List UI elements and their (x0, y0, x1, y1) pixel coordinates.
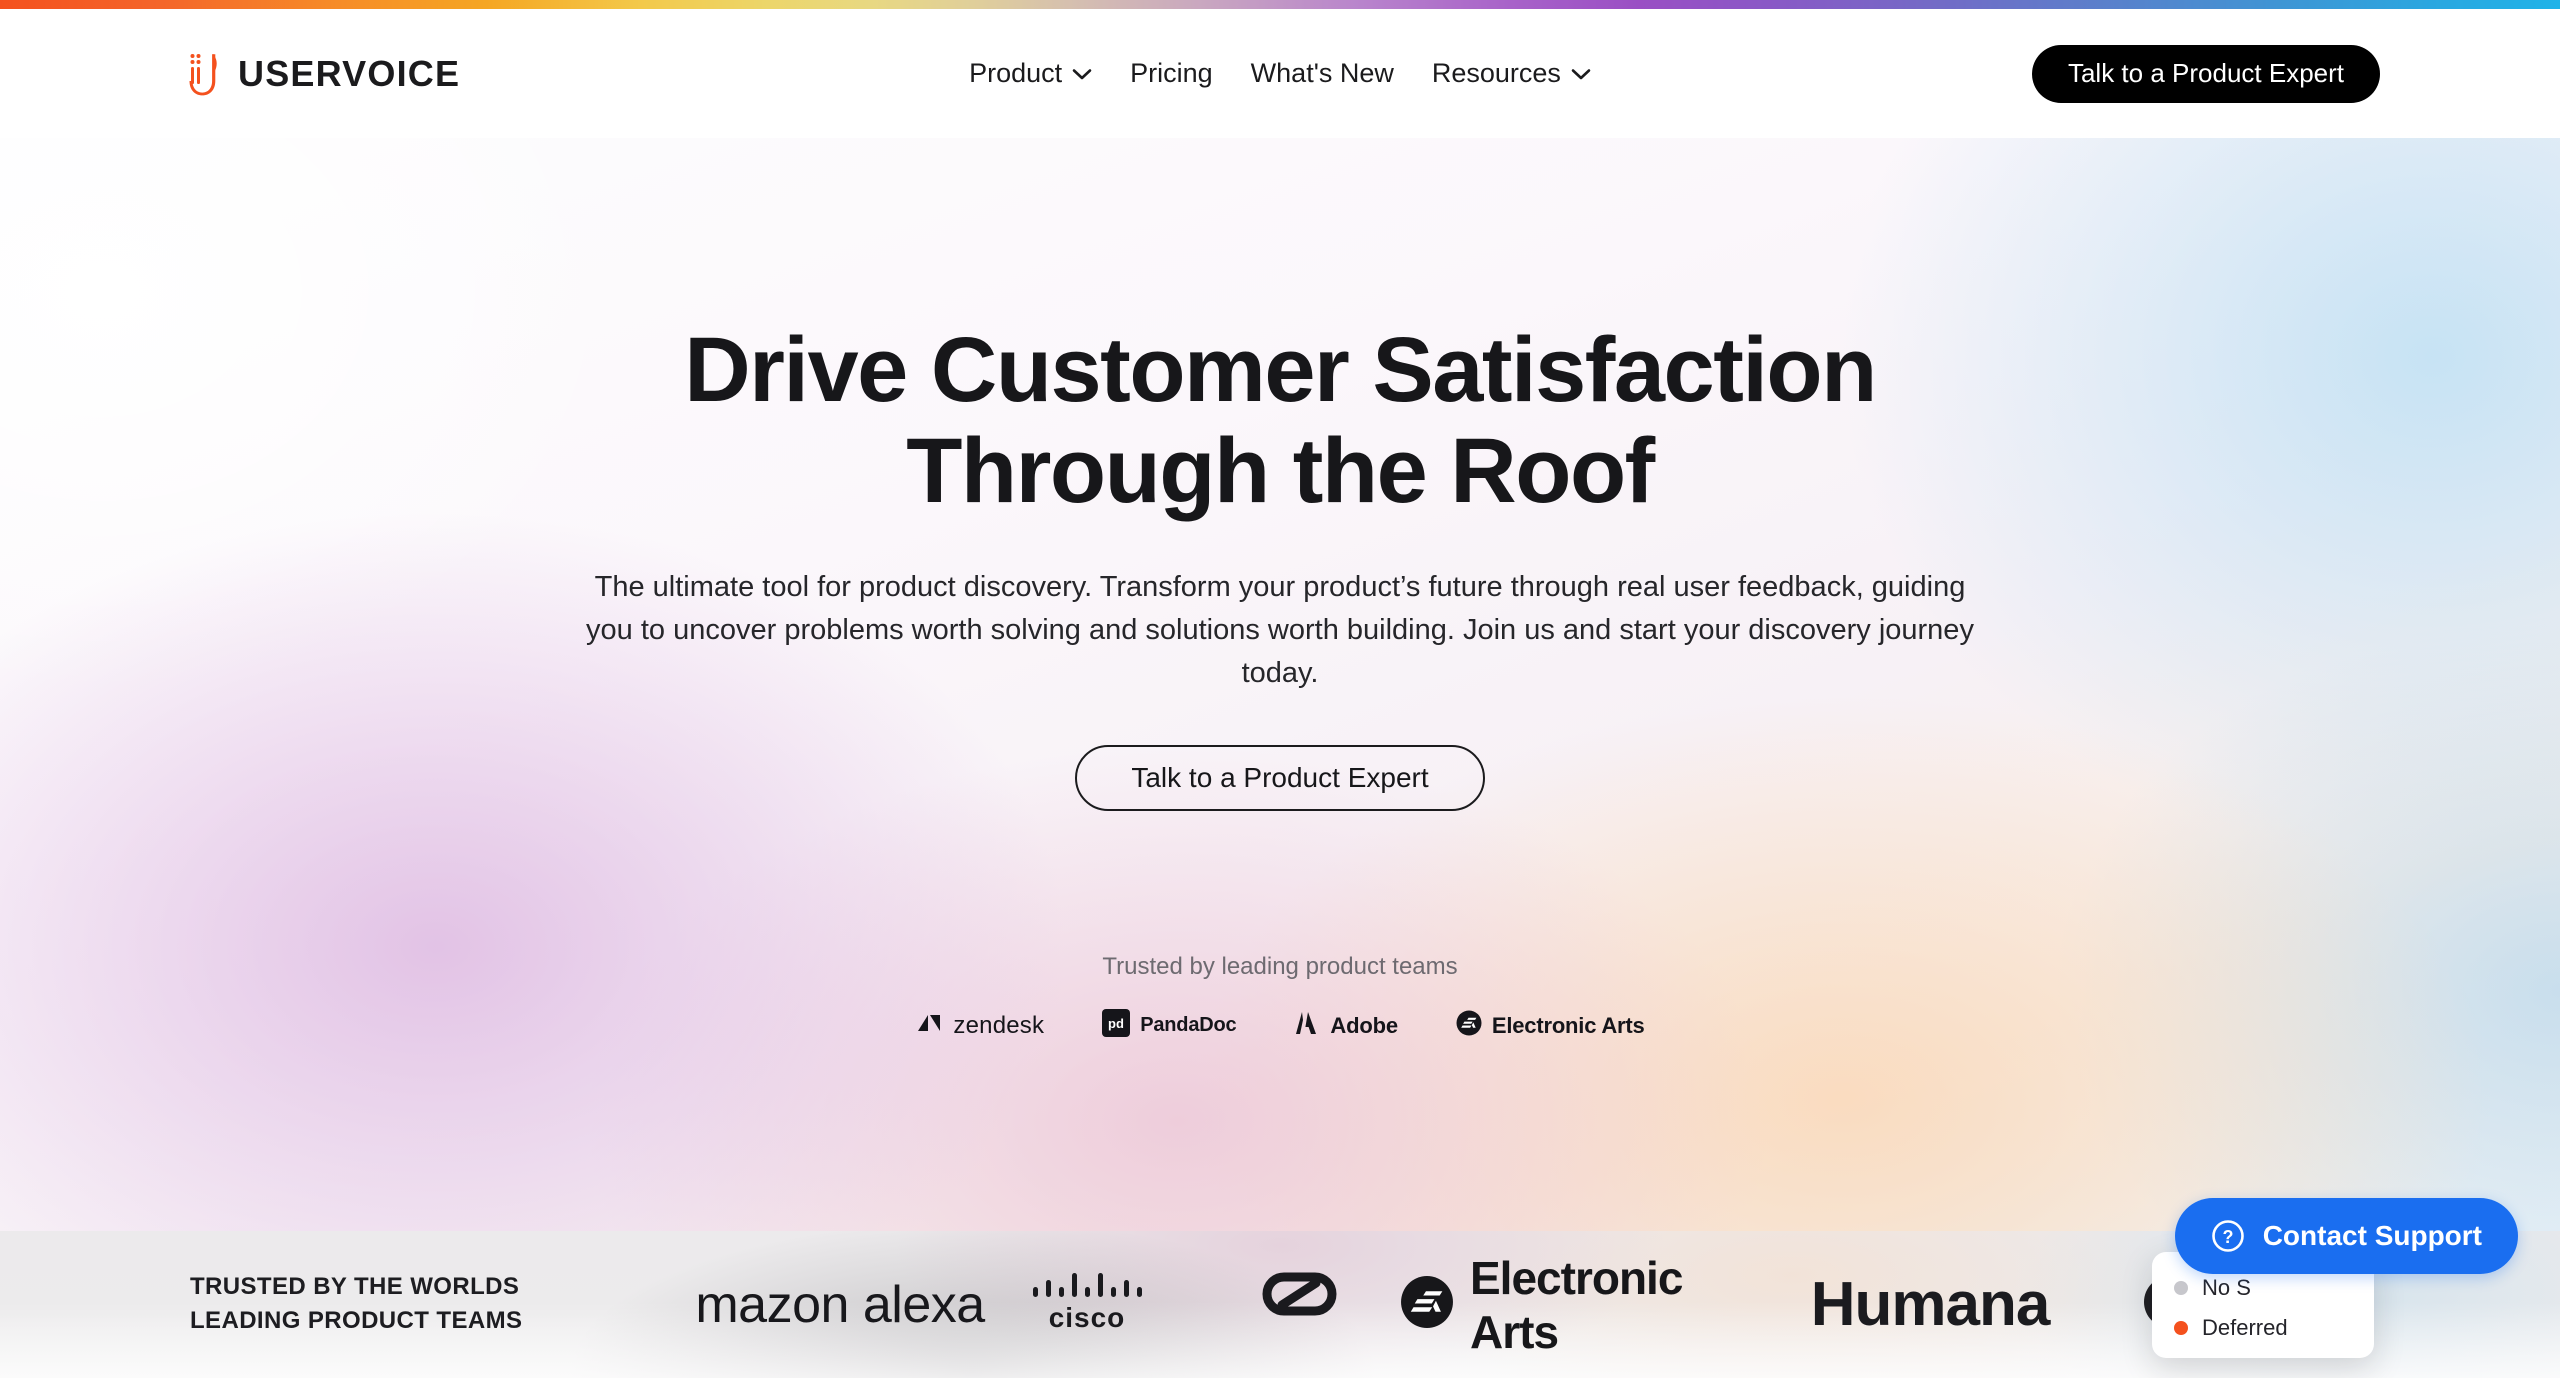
bottom-strip-headline-line-2: LEADING PRODUCT TEAMS (190, 1307, 523, 1335)
question-circle-icon: ? (2211, 1219, 2245, 1253)
status-row-label: Deferred (2202, 1315, 2288, 1340)
bottom-strip-logo-row: mazon alexa cisco Electronic Arts Humana (690, 1251, 2260, 1359)
site-header: USERVOICE Product Pricing What's New Res… (0, 9, 2560, 138)
nav-item-label: What's New (1250, 58, 1394, 88)
pandadoc-logo-icon: pd (1102, 1009, 1131, 1042)
rainbow-gradient-bar (0, 0, 2560, 9)
trusted-logo-label: Adobe (1330, 1012, 1398, 1038)
nav-list: Product Pricing What's New Resources (969, 58, 1591, 89)
bottom-logo-amazon-alexa: mazon alexa (690, 1275, 990, 1335)
bottom-logo-humana: Humana (1780, 1269, 2080, 1340)
adobe-creative-cloud-logo-icon (1262, 1269, 1338, 1340)
trusted-logo-label: zendesk (953, 1011, 1045, 1039)
trusted-logo-row: zendesk pd PandaDoc Adobe Electronic Art… (915, 1009, 1645, 1042)
nav-item-whats-new[interactable]: What's New (1251, 58, 1394, 89)
nav-item-label: Resources (1431, 58, 1561, 88)
nav-item-label: Product (969, 58, 1063, 88)
nav-item-resources[interactable]: Resources (1432, 58, 1591, 89)
status-row-deferred[interactable]: Deferred (2152, 1308, 2374, 1348)
bottom-strip-headline: TRUSTED BY THE WORLDS LEADING PRODUCT TE… (190, 1270, 522, 1340)
hero-title-line-2: Through the Roof (906, 420, 1655, 523)
trusted-logo-pandadoc: pd PandaDoc (1102, 1009, 1237, 1042)
trusted-logo-electronic-arts: Electronic Arts (1456, 1010, 1645, 1041)
svg-text:?: ? (2222, 1227, 2233, 1247)
cisco-logo-icon: cisco (1015, 1267, 1175, 1342)
bottom-logo-label: Electronic Arts (1470, 1251, 1683, 1358)
nav-item-product[interactable]: Product (969, 58, 1092, 89)
ea-logo-icon (1400, 1275, 1454, 1334)
status-dot-icon (2174, 1281, 2188, 1295)
bottom-strip-headline-line-1: TRUSTED BY THE WORLDS (190, 1272, 520, 1300)
contact-support-button[interactable]: ? Contact Support (2174, 1198, 2518, 1274)
trusted-logo-zendesk: zendesk (915, 1009, 1044, 1042)
chevron-down-icon (1072, 68, 1092, 80)
hero-subtitle: The ultimate tool for product discovery.… (586, 571, 1974, 690)
adobe-logo-icon (1294, 1010, 1320, 1041)
ea-logo-icon (1456, 1010, 1482, 1041)
trusted-by-block: Trusted by leading product teams zendesk… (0, 953, 2560, 1042)
trusted-logo-label: Electronic Arts (1491, 1012, 1645, 1038)
header-talk-to-expert-button[interactable]: Talk to a Product Expert (2031, 44, 2380, 103)
bottom-logo-cisco: cisco (990, 1267, 1200, 1342)
svg-text:pd: pd (1108, 1016, 1124, 1031)
nav-item-label: Pricing (1130, 58, 1213, 88)
bottom-logo-adobe-creative-cloud (1200, 1269, 1400, 1340)
page-title: Drive Customer Satisfaction Through the … (684, 319, 1877, 523)
status-row-label: No S (2202, 1275, 2251, 1300)
trusted-by-label: Trusted by leading product teams (1102, 953, 1458, 980)
nav-item-pricing[interactable]: Pricing (1130, 58, 1213, 89)
status-row-no-status[interactable]: No S (2152, 1268, 2374, 1308)
trusted-logo-adobe: Adobe (1294, 1010, 1398, 1041)
svg-text:cisco: cisco (1049, 1302, 1126, 1333)
trusted-logo-label: PandaDoc (1140, 1014, 1237, 1036)
humana-logo-icon: Humana (1810, 1270, 2051, 1339)
contact-support-label: Contact Support (2262, 1220, 2482, 1251)
hero-section: Drive Customer Satisfaction Through the … (0, 138, 2560, 1231)
status-dot-icon (2174, 1321, 2188, 1335)
hero-content: Drive Customer Satisfaction Through the … (0, 138, 2560, 1231)
hero-title-line-1: Drive Customer Satisfaction (684, 319, 1877, 421)
page-root: USERVOICE Product Pricing What's New Res… (0, 0, 2560, 1378)
bottom-logo-electronic-arts: Electronic Arts (1400, 1251, 1780, 1359)
hero-talk-to-expert-button[interactable]: Talk to a Product Expert (1075, 745, 1485, 812)
zendesk-logo-icon (915, 1009, 943, 1042)
chevron-down-icon (1571, 68, 1591, 80)
amazon-alexa-logo-icon: mazon alexa (695, 1275, 985, 1334)
